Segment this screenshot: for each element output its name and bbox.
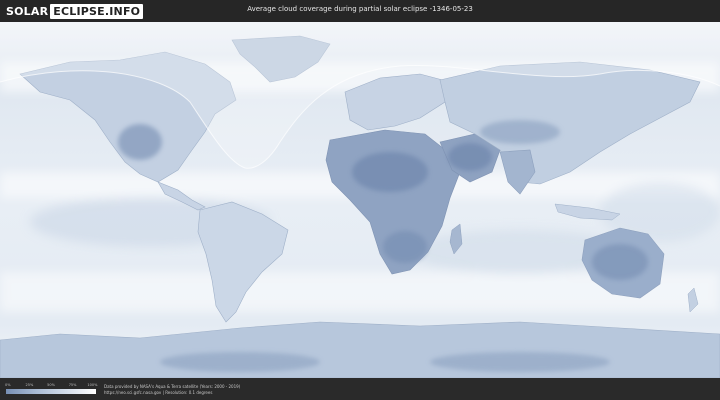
cloud-coverage-map — [0, 22, 720, 378]
map-title: Average cloud coverage during partial so… — [247, 5, 473, 13]
legend-tick: 0% — [5, 383, 11, 387]
data-credits: Data provided by NASA's Aqua & Terra sat… — [104, 384, 240, 396]
header-bar: SOLAR ECLIPSE.INFO Average cloud coverag… — [0, 0, 720, 22]
page: SOLAR ECLIPSE.INFO Average cloud coverag… — [0, 0, 720, 400]
legend-gradient-bar — [6, 389, 96, 394]
legend-tick: 100% — [87, 383, 98, 387]
footer-bar: 0% 25% 50% 75% 100% Data provided by NAS… — [0, 378, 720, 400]
world-map-svg — [0, 22, 720, 378]
legend-tick: 75% — [68, 383, 77, 387]
credit-line-url[interactable]: https://neo.sci.gsfc.nasa.gov | Resoluti… — [104, 390, 240, 396]
legend-tick: 25% — [25, 383, 34, 387]
legend-tick: 50% — [47, 383, 55, 387]
cloud-coverage-legend: 0% 25% 50% 75% 100% — [5, 383, 98, 399]
